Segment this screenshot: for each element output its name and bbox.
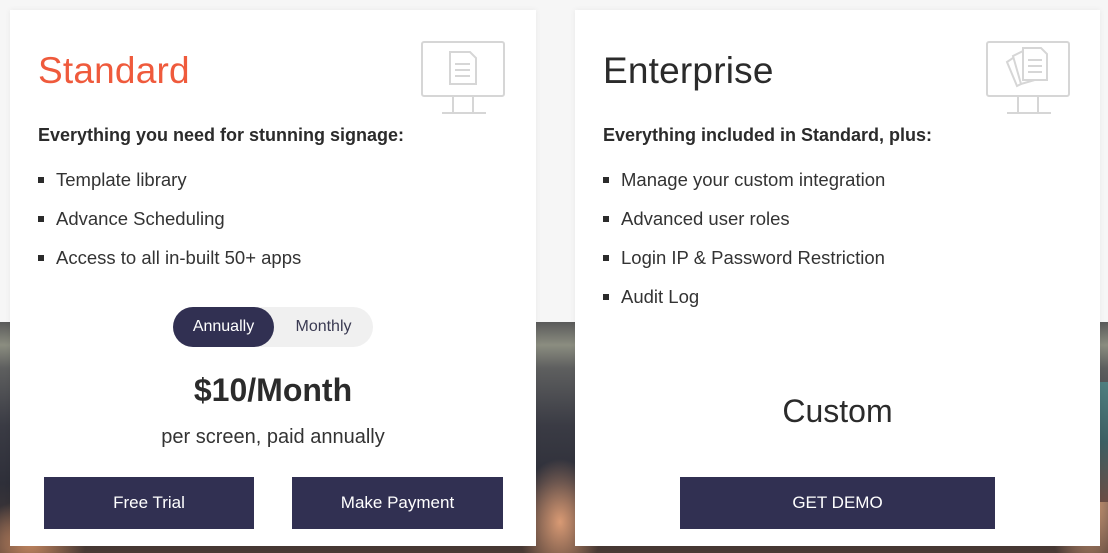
feature-item: Advance Scheduling (38, 199, 301, 238)
billing-toggle: Annually Monthly (173, 307, 373, 347)
bullet-icon (38, 176, 44, 183)
get-demo-button[interactable]: GET DEMO (680, 477, 995, 529)
bullet-icon (603, 176, 609, 183)
toggle-annually[interactable]: Annually (173, 307, 274, 347)
free-trial-button[interactable]: Free Trial (44, 477, 254, 529)
plan-subtitle: Everything included in Standard, plus: (603, 125, 933, 145)
feature-item: Audit Log (603, 277, 885, 316)
feature-list: Manage your custom integration Advanced … (603, 160, 885, 316)
feature-item: Access to all in-built 50+ apps (38, 238, 301, 277)
feature-item: Advanced user roles (603, 199, 885, 238)
bullet-icon (603, 293, 609, 300)
plan-title: Standard (38, 50, 190, 91)
monitor-documents-icon (986, 41, 1070, 114)
toggle-monthly[interactable]: Monthly (274, 307, 373, 347)
plan-card-enterprise: Enterprise Everything included in Standa… (575, 10, 1100, 546)
monitor-document-icon (421, 41, 505, 114)
price-note: per screen, paid annually (161, 426, 385, 448)
plan-subtitle: Everything you need for stunning signage… (38, 125, 405, 145)
bullet-icon (38, 215, 44, 222)
bullet-icon (603, 254, 609, 261)
bullet-icon (38, 254, 44, 261)
feature-list: Template library Advance Scheduling Acce… (38, 160, 301, 277)
bullet-icon (603, 215, 609, 222)
price: $10/Month (193, 372, 353, 408)
price: Custom (782, 393, 893, 429)
plan-title: Enterprise (603, 50, 774, 91)
feature-item: Login IP & Password Restriction (603, 238, 885, 277)
make-payment-button[interactable]: Make Payment (292, 477, 503, 529)
feature-item: Template library (38, 160, 301, 199)
feature-item: Manage your custom integration (603, 160, 885, 199)
plan-card-standard: Standard Everything you need for stunnin… (10, 10, 536, 546)
